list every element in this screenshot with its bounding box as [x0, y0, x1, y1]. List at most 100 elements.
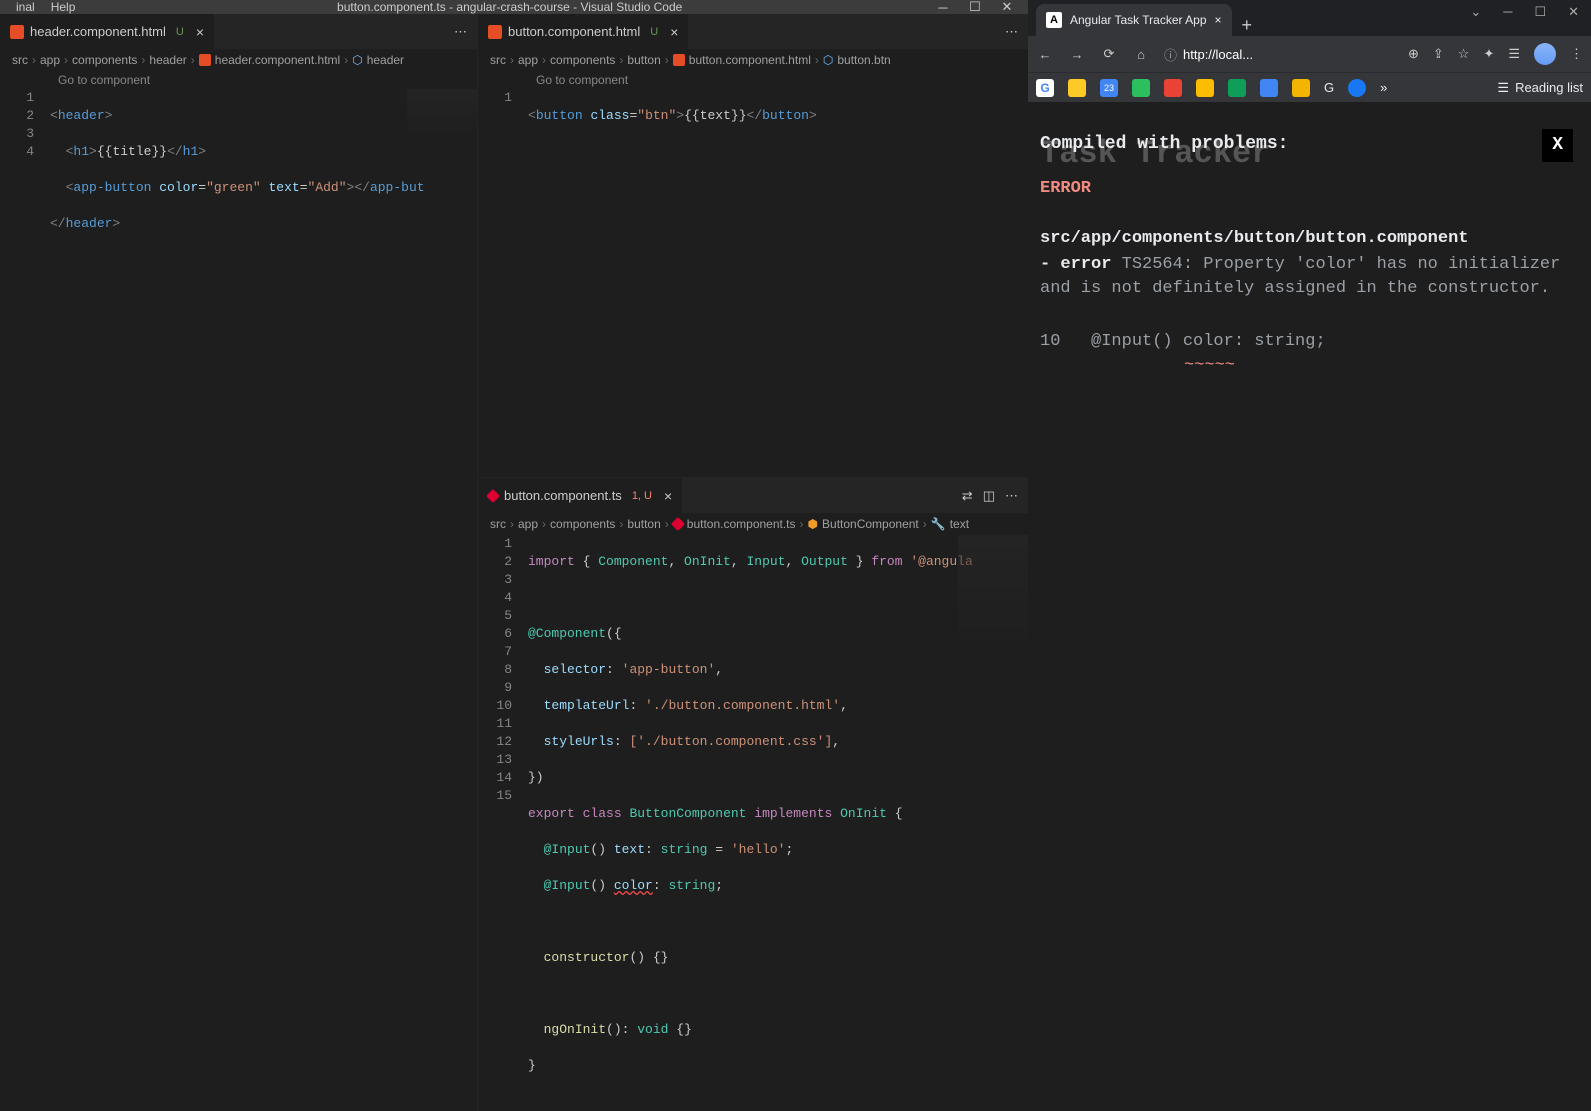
bookmark-folder-icon[interactable]: [1292, 79, 1310, 97]
minimize-icon[interactable]: ─: [1503, 4, 1512, 20]
error-message: - error TS2564: Property 'color' has no …: [1040, 253, 1579, 301]
tab-bar: header.component.html U × ⋯: [0, 14, 477, 49]
minimap[interactable]: [407, 89, 477, 139]
tab-label: button.component.ts: [504, 488, 622, 503]
line-number: 4: [478, 589, 512, 607]
minimize-icon[interactable]: ─: [936, 0, 950, 14]
home-icon[interactable]: ⌂: [1132, 47, 1150, 62]
bookmark-gmail-icon[interactable]: [1164, 79, 1182, 97]
bookmark-gmail2-icon[interactable]: [1196, 79, 1214, 97]
tab-button-html[interactable]: button.component.html U ×: [478, 14, 688, 49]
line-number: 10: [478, 697, 512, 715]
line-number: 6: [478, 625, 512, 643]
bookmark-g-letter[interactable]: G: [1324, 80, 1334, 95]
site-info-icon[interactable]: ⓘ: [1164, 45, 1177, 64]
code-editor[interactable]: 1 <button class="btn">{{text}}</button>: [478, 89, 1028, 477]
bc-item[interactable]: components: [72, 53, 137, 67]
bc-item[interactable]: app: [518, 53, 538, 67]
bc-item[interactable]: button.component.ts: [687, 517, 796, 531]
menu-help[interactable]: Help: [43, 0, 84, 14]
diff-icon[interactable]: ⇄: [962, 488, 973, 504]
close-icon[interactable]: ✕: [1568, 4, 1579, 20]
line-number: 2: [0, 107, 34, 125]
code-editor[interactable]: 1 2 3 4 5 6 7 8 9 10 11 12 13 14: [478, 535, 1028, 1111]
go-to-component-hint[interactable]: Go to component: [478, 71, 1028, 89]
bc-item[interactable]: app: [40, 53, 60, 67]
bc-item[interactable]: components: [550, 53, 615, 67]
vscode-window: inal Help button.component.ts - angular-…: [0, 0, 1028, 867]
reading-list-button[interactable]: ☰ Reading list: [1497, 80, 1583, 96]
bookmark-google-icon[interactable]: G: [1036, 79, 1054, 97]
line-number: 2: [478, 553, 512, 571]
editor-actions: ⋯: [995, 14, 1028, 49]
bookmark-facebook-icon[interactable]: [1348, 79, 1366, 97]
share-icon[interactable]: ⇪: [1433, 46, 1444, 62]
bc-item[interactable]: ButtonComponent: [822, 517, 919, 531]
bc-item[interactable]: button: [627, 53, 660, 67]
error-source-line: 10 @Input() color: string;: [1040, 330, 1579, 354]
tab-button-ts[interactable]: button.component.ts 1, U ×: [478, 478, 682, 513]
code-content[interactable]: <header> <h1>{{title}}</h1> <app-button …: [50, 89, 477, 1111]
minimap[interactable]: [958, 535, 1028, 655]
bc-item[interactable]: header.component.html: [215, 53, 340, 67]
bookmark-star-icon[interactable]: ☆: [1458, 46, 1470, 62]
tab-close-icon[interactable]: ×: [670, 24, 678, 40]
reading-list-icon: ☰: [1497, 80, 1509, 96]
code-content[interactable]: <button class="btn">{{text}}</button>: [528, 89, 1028, 477]
reload-icon[interactable]: ⟳: [1100, 46, 1118, 62]
back-icon[interactable]: ←: [1036, 47, 1054, 62]
address-bar[interactable]: ⓘ http://local...: [1164, 45, 1394, 64]
bc-item[interactable]: app: [518, 517, 538, 531]
bc-item[interactable]: src: [490, 53, 506, 67]
editor-split: header.component.html U × ⋯ src› app› co…: [0, 14, 1028, 1111]
bc-item[interactable]: header: [149, 53, 186, 67]
close-icon[interactable]: ✕: [1000, 0, 1014, 14]
tab-close-icon[interactable]: ×: [1215, 13, 1222, 27]
bc-item[interactable]: header: [367, 53, 404, 67]
line-number: 12: [478, 733, 512, 751]
profile-avatar[interactable]: [1534, 43, 1556, 65]
bc-item[interactable]: button.btn: [837, 53, 890, 67]
menu-terminal[interactable]: inal: [8, 0, 43, 14]
forward-icon[interactable]: →: [1068, 47, 1086, 62]
tab-close-icon[interactable]: ×: [196, 24, 204, 40]
more-actions-icon[interactable]: ⋯: [454, 24, 467, 40]
breadcrumb[interactable]: src› app› components› button› button.com…: [478, 513, 1028, 535]
go-to-component-hint[interactable]: Go to component: [0, 71, 477, 89]
bc-item[interactable]: src: [490, 517, 506, 531]
more-actions-icon[interactable]: ⋯: [1005, 24, 1018, 40]
tag-icon: ⬡: [352, 53, 362, 67]
bc-item[interactable]: button: [627, 517, 660, 531]
chevron-down-icon[interactable]: ⌄: [1470, 4, 1481, 20]
side-panel-icon[interactable]: ☰: [1508, 46, 1520, 62]
html-icon: [10, 25, 24, 39]
code-editor[interactable]: 1 2 3 4 <header> <h1>{{title}}</h1> <app…: [0, 89, 477, 1111]
bc-item[interactable]: button.component.html: [689, 53, 811, 67]
bookmark-overflow-icon[interactable]: »: [1380, 80, 1387, 95]
bookmark-keep-icon[interactable]: [1068, 79, 1086, 97]
maximize-icon[interactable]: ☐: [1534, 4, 1546, 20]
browser-tab-active[interactable]: A Angular Task Tracker App ×: [1036, 4, 1232, 36]
more-actions-icon[interactable]: ⋯: [1005, 488, 1018, 504]
bc-item[interactable]: src: [12, 53, 28, 67]
bookmark-drive-icon[interactable]: [1228, 79, 1246, 97]
new-tab-button[interactable]: +: [1242, 15, 1253, 36]
split-editor-icon[interactable]: ◫: [983, 488, 995, 504]
chrome-browser: A Angular Task Tracker App × + ⌄ ─ ☐ ✕ ←…: [1028, 0, 1591, 867]
breadcrumb[interactable]: src› app› components› header› header.com…: [0, 49, 477, 71]
bc-item[interactable]: components: [550, 517, 615, 531]
bookmark-drive2-icon[interactable]: [1260, 79, 1278, 97]
tab-close-icon[interactable]: ×: [664, 488, 672, 504]
tab-header-component[interactable]: header.component.html U ×: [0, 14, 214, 49]
maximize-icon[interactable]: ☐: [968, 0, 982, 14]
bookmark-calendar-icon[interactable]: 23: [1100, 79, 1118, 97]
breadcrumb[interactable]: src› app› components› button› button.com…: [478, 49, 1028, 71]
extensions-icon[interactable]: ✦: [1483, 46, 1494, 62]
line-number: 13: [478, 751, 512, 769]
error-close-button[interactable]: X: [1542, 129, 1573, 162]
code-content[interactable]: import { Component, OnInit, Input, Outpu…: [528, 535, 1028, 1111]
zoom-icon[interactable]: ⊕: [1408, 46, 1419, 62]
menu-icon[interactable]: ⋮: [1570, 46, 1583, 62]
bc-item[interactable]: text: [950, 517, 969, 531]
bookmark-evernote-icon[interactable]: [1132, 79, 1150, 97]
